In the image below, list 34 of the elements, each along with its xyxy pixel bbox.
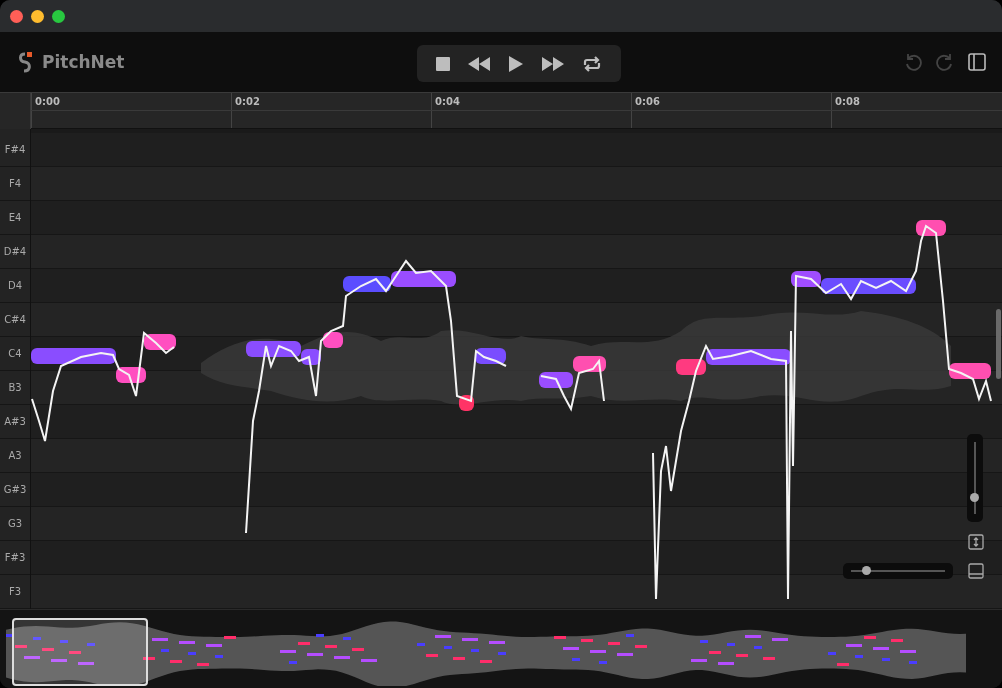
time-label: 0:00	[31, 93, 231, 110]
pitch-label: D4	[0, 269, 30, 303]
time-label: 0:08	[831, 93, 1002, 110]
time-label: 0:04	[431, 93, 631, 110]
pitch-label: A3	[0, 439, 30, 473]
close-button[interactable]	[10, 9, 23, 23]
pitch-label: B3	[0, 371, 30, 405]
app-name: PitchNet	[42, 52, 125, 72]
pitch-label: F#4	[0, 133, 30, 167]
loop-button[interactable]	[582, 55, 603, 72]
pitch-label: G3	[0, 507, 30, 541]
panel-toggle-icon[interactable]	[968, 563, 984, 579]
pitch-label: C#4	[0, 303, 30, 337]
scrollbar-thumb[interactable]	[996, 309, 1001, 379]
pitch-label: D#4	[0, 235, 30, 269]
sidebar-toggle-button[interactable]	[968, 53, 986, 71]
overview-viewport[interactable]	[12, 618, 148, 686]
pitch-label: E4	[0, 201, 30, 235]
horizontal-zoom-slider[interactable]	[843, 563, 953, 579]
play-button[interactable]	[508, 55, 523, 72]
pitch-label: A#3	[0, 405, 30, 439]
time-label: 0:02	[231, 93, 431, 110]
fast-forward-button[interactable]	[541, 56, 564, 71]
time-label: 0:06	[631, 93, 831, 110]
pitch-label: F#3	[0, 541, 30, 575]
stop-button[interactable]	[435, 56, 450, 71]
fit-height-icon[interactable]	[968, 534, 984, 550]
pitch-label: C4	[0, 337, 30, 371]
zoom-button[interactable]	[52, 9, 65, 23]
vertical-zoom-slider[interactable]	[967, 434, 983, 522]
rewind-button[interactable]	[468, 56, 491, 71]
pitch-label: F4	[0, 167, 30, 201]
pitch-label: G#3	[0, 473, 30, 507]
minimize-button[interactable]	[31, 9, 44, 23]
